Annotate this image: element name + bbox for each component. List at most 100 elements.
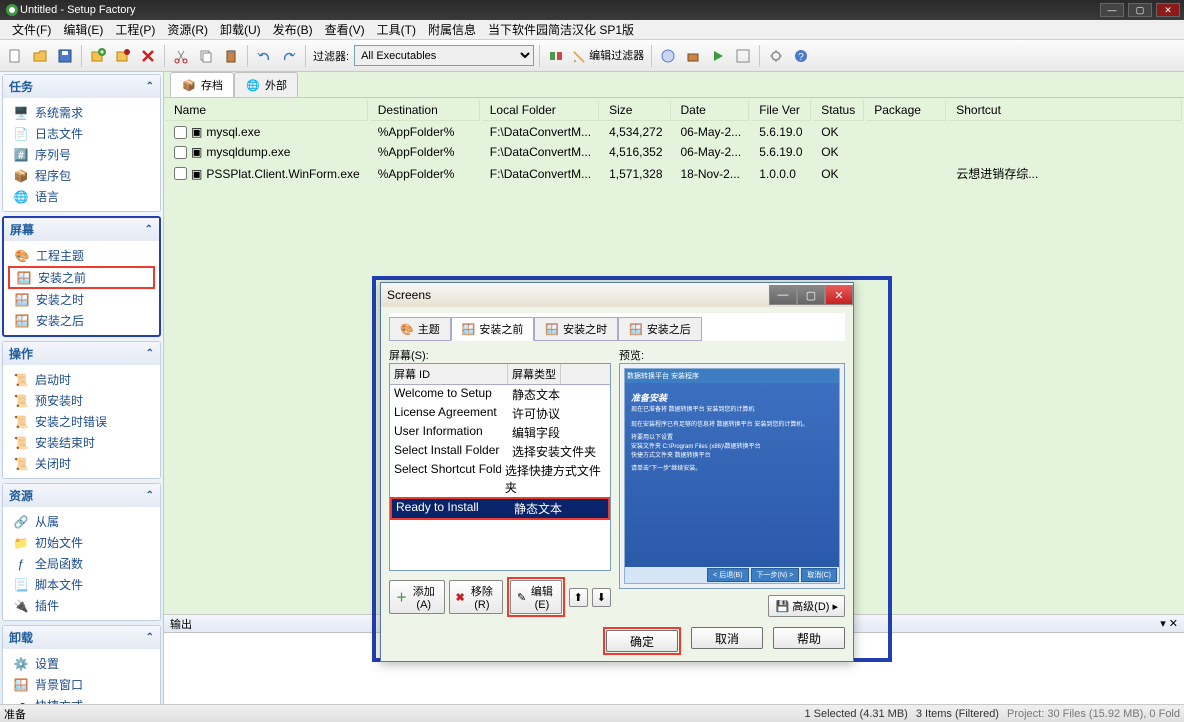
sidebar-item-dependencies[interactable]: 🔗从属 (3, 511, 160, 532)
save-button[interactable] (54, 45, 76, 67)
sidebar-item-u-background[interactable]: 🪟背景窗口 (3, 674, 160, 695)
sidebar-item-startup[interactable]: 📜启动时 (3, 369, 160, 390)
dialog-minimize[interactable]: — (769, 285, 797, 305)
test-button[interactable] (732, 45, 754, 67)
paste-button[interactable] (220, 45, 242, 67)
output-close-icon[interactable]: ✕ (1169, 618, 1178, 630)
sidebar-item-installend[interactable]: 📜安装结束时 (3, 432, 160, 453)
sidebar-item-sysreq[interactable]: 🖥️系统需求 (3, 102, 160, 123)
menu-about[interactable]: 附属信息 (422, 19, 482, 40)
panel-resources-header[interactable]: 资源⌃ (3, 484, 160, 507)
sidebar-item-globals[interactable]: ƒ全局函数 (3, 553, 160, 574)
run-button[interactable] (707, 45, 729, 67)
sidebar-item-shutdown[interactable]: 📜关闭时 (3, 453, 160, 474)
screen-list-item[interactable]: Ready to Install静态文本 (392, 499, 608, 518)
add-file-button[interactable] (87, 45, 109, 67)
help-button[interactable]: 帮助 (773, 627, 845, 649)
screen-list-item[interactable]: Welcome to Setup静态文本 (390, 385, 610, 404)
advanced-button[interactable]: 💾高级(D) ▸ (768, 595, 845, 617)
redo-button[interactable] (278, 45, 300, 67)
panel-uninstall-header[interactable]: 卸载⌃ (3, 626, 160, 649)
menu-tools[interactable]: 工具(T) (371, 19, 422, 40)
filter-settings-button[interactable] (545, 45, 567, 67)
build-button[interactable] (682, 45, 704, 67)
undo-button[interactable] (253, 45, 275, 67)
sidebar-item-after-install[interactable]: 🪟安装之后 (4, 310, 159, 331)
panel-screens-header[interactable]: 屏幕⌃ (4, 218, 159, 241)
editfilter-button[interactable]: 编辑过滤器 (570, 47, 646, 63)
moveup-button[interactable]: ⬆ (569, 588, 588, 607)
col-size[interactable]: Size (601, 100, 670, 121)
col-screen-id[interactable]: 屏幕 ID (390, 364, 508, 384)
col-pkg[interactable]: Package (866, 100, 946, 121)
menu-resources[interactable]: 资源(R) (161, 19, 214, 40)
add-screen-button[interactable]: ＋添加(A) (389, 580, 445, 614)
screen-list-item[interactable]: Select Install Folder选择安装文件夹 (390, 442, 610, 461)
menu-edit[interactable]: 编辑(E) (57, 19, 109, 40)
dtab-before[interactable]: 🪟安装之前 (451, 317, 535, 341)
row-checkbox[interactable] (174, 126, 187, 139)
sidebar-item-preinstall[interactable]: 📜预安装时 (3, 390, 160, 411)
sidebar-item-before-install[interactable]: 🪟安装之前 (8, 266, 155, 289)
maximize-button[interactable]: ▢ (1128, 3, 1152, 17)
menu-view[interactable]: 查看(V) (319, 19, 371, 40)
screen-list-item[interactable]: User Information编辑字段 (390, 423, 610, 442)
dtab-theme[interactable]: 🎨主题 (389, 317, 451, 341)
sidebar-item-during-install[interactable]: 🪟安装之时 (4, 289, 159, 310)
sidebar-item-packages[interactable]: 📦程序包 (3, 165, 160, 186)
sidebar-item-scripts[interactable]: 📃脚本文件 (3, 574, 160, 595)
delete-button[interactable] (137, 45, 159, 67)
menu-project[interactable]: 工程(P) (109, 19, 161, 40)
sidebar-item-serial[interactable]: #️⃣序列号 (3, 144, 160, 165)
screens-list[interactable]: 屏幕 ID 屏幕类型 Welcome to Setup静态文本License A… (389, 363, 611, 571)
edit-screen-button[interactable]: ✎编辑(E) (510, 580, 562, 614)
tab-archive[interactable]: 📦存档 (170, 72, 234, 97)
publish-button[interactable] (657, 45, 679, 67)
table-row[interactable]: ▣ PSSPlat.Client.WinForm.exe%AppFolder%F… (166, 163, 1182, 184)
filter-select[interactable]: All Executables (354, 45, 534, 66)
new-button[interactable] (4, 45, 26, 67)
sidebar-item-theme[interactable]: 🎨工程主题 (4, 245, 159, 266)
sidebar-item-primer[interactable]: 📁初始文件 (3, 532, 160, 553)
menu-uninstall[interactable]: 卸载(U) (214, 19, 267, 40)
col-dest[interactable]: Destination (370, 100, 480, 121)
remove-screen-button[interactable]: ✖移除(R) (449, 580, 504, 614)
settings-button[interactable] (765, 45, 787, 67)
minimize-button[interactable]: — (1100, 3, 1124, 17)
sidebar-item-language[interactable]: 🌐语言 (3, 186, 160, 207)
sidebar-item-logfiles[interactable]: 📄日志文件 (3, 123, 160, 144)
sidebar-item-plugins[interactable]: 🔌插件 (3, 595, 160, 616)
cut-button[interactable] (170, 45, 192, 67)
col-ver[interactable]: File Ver (751, 100, 811, 121)
open-button[interactable] (29, 45, 51, 67)
table-row[interactable]: ▣ mysql.exe%AppFolder%F:\DataConvertM...… (166, 123, 1182, 141)
panel-actions-header[interactable]: 操作⌃ (3, 342, 160, 365)
cancel-button[interactable]: 取消 (691, 627, 763, 649)
sidebar-item-installerror[interactable]: 📜安装之时错误 (3, 411, 160, 432)
col-shortcut[interactable]: Shortcut (948, 100, 1182, 121)
dtab-after[interactable]: 🪟安装之后 (618, 317, 702, 341)
close-button[interactable]: ✕ (1156, 3, 1180, 17)
col-local[interactable]: Local Folder (482, 100, 599, 121)
col-status[interactable]: Status (813, 100, 864, 121)
row-checkbox[interactable] (174, 167, 187, 180)
menu-file[interactable]: 文件(F) (6, 19, 57, 40)
table-row[interactable]: ▣ mysqldump.exe%AppFolder%F:\DataConvert… (166, 143, 1182, 161)
col-name[interactable]: Name (166, 100, 368, 121)
screen-list-item[interactable]: Select Shortcut Folder选择快捷方式文件夹 (390, 461, 610, 497)
sidebar-item-u-shortcut[interactable]: ↗快捷方式 (3, 695, 160, 704)
screen-list-item[interactable]: License Agreement许可协议 (390, 404, 610, 423)
row-checkbox[interactable] (174, 146, 187, 159)
ok-button[interactable]: 确定 (606, 630, 678, 652)
panel-tasks-header[interactable]: 任务⌃ (3, 75, 160, 98)
col-date[interactable]: Date (673, 100, 750, 121)
output-dropdown-icon[interactable]: ▾ (1160, 618, 1166, 630)
col-screen-type[interactable]: 屏幕类型 (508, 364, 561, 384)
dialog-maximize[interactable]: ▢ (797, 285, 825, 305)
menu-publish[interactable]: 发布(B) (267, 19, 319, 40)
copy-button[interactable] (195, 45, 217, 67)
dtab-during[interactable]: 🪟安装之时 (534, 317, 618, 341)
menu-branding[interactable]: 当下软件园简洁汉化 SP1版 (482, 19, 640, 40)
sidebar-item-u-settings[interactable]: ⚙️设置 (3, 653, 160, 674)
dialog-close[interactable]: ✕ (825, 285, 853, 305)
